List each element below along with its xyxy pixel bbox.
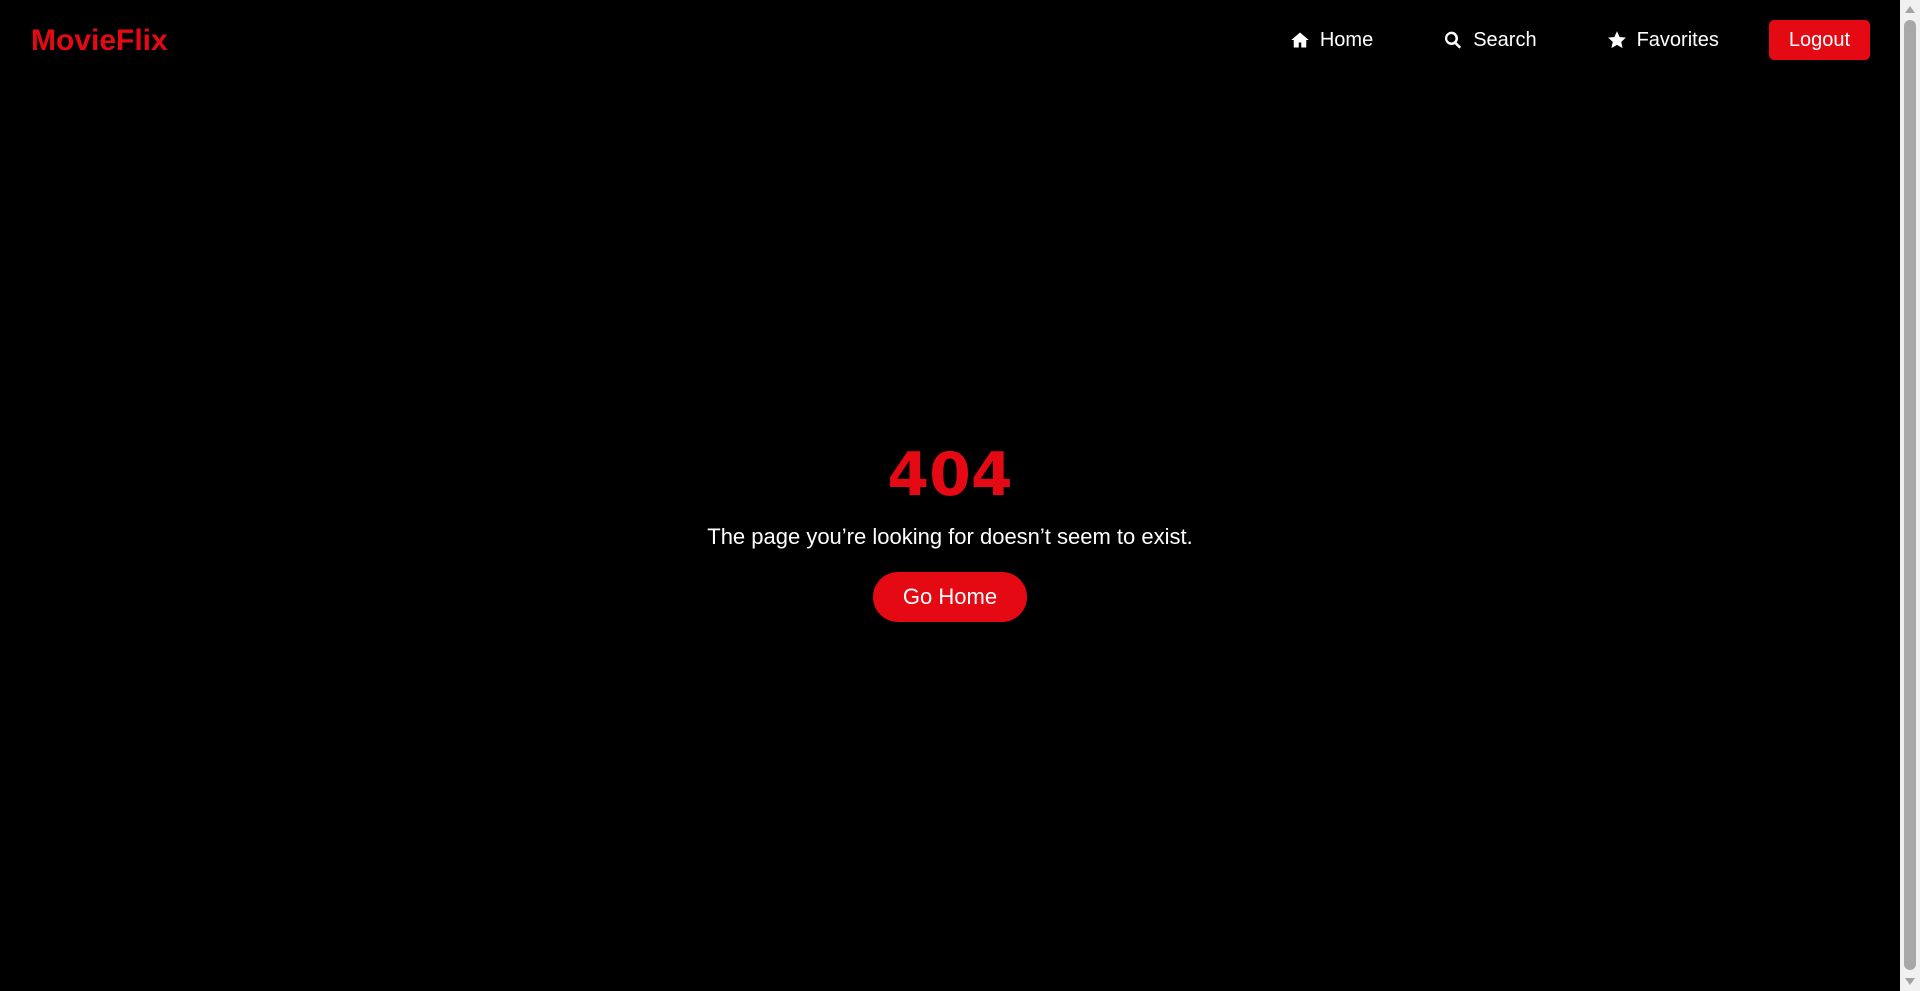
- navbar: MovieFlix Home Search Favorites Logout: [0, 0, 1900, 82]
- nav-links: Home Search Favorites Logout: [1290, 20, 1870, 60]
- scroll-down-arrow-icon[interactable]: [1905, 978, 1915, 985]
- star-icon: [1607, 30, 1627, 50]
- error-message: The page you’re looking for doesn’t seem…: [707, 524, 1193, 549]
- nav-link-label: Search: [1473, 28, 1537, 51]
- nav-link-label: Home: [1319, 28, 1374, 51]
- logout-button[interactable]: Logout: [1768, 20, 1870, 60]
- nav-link-home[interactable]: Home: [1290, 29, 1373, 52]
- error-code: 404: [887, 440, 1013, 510]
- search-icon: [1443, 30, 1463, 50]
- logo[interactable]: MovieFlix: [31, 22, 168, 60]
- error-section: 404 The page you’re looking for doesn’t …: [0, 440, 1900, 622]
- page: MovieFlix Home Search Favorites Logout 4…: [0, 0, 1900, 991]
- nav-link-search[interactable]: Search: [1443, 28, 1537, 52]
- home-icon: [1290, 30, 1310, 50]
- nav-link-label: Favorites: [1636, 28, 1719, 51]
- nav-link-favorites[interactable]: Favorites: [1607, 29, 1719, 52]
- vertical-scrollbar[interactable]: [1900, 0, 1920, 991]
- scroll-up-arrow-icon[interactable]: [1905, 6, 1915, 13]
- go-home-button[interactable]: Go Home: [872, 572, 1028, 622]
- scrollbar-thumb[interactable]: [1904, 20, 1916, 970]
